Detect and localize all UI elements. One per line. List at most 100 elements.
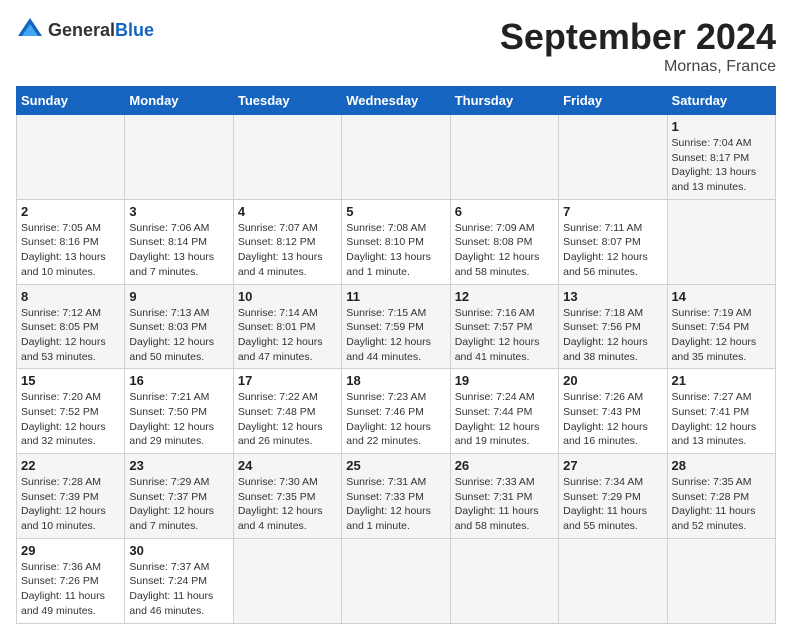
calendar-table: SundayMondayTuesdayWednesdayThursdayFrid… bbox=[16, 86, 776, 624]
calendar-day-cell: 9Sunrise: 7:13 AM Sunset: 8:03 PM Daylig… bbox=[125, 284, 233, 369]
day-number: 18 bbox=[346, 373, 445, 388]
calendar-day-cell: 6 Sunrise: 7:09 AM Sunset: 8:08 PM Daylig… bbox=[450, 199, 558, 284]
day-detail: Sunrise: 7:28 AM Sunset: 7:39 PM Dayligh… bbox=[21, 475, 120, 534]
day-number: 23 bbox=[129, 458, 228, 473]
empty-cell bbox=[559, 538, 667, 623]
day-detail: Sunrise: 7:15 AM Sunset: 7:59 PM Dayligh… bbox=[346, 306, 445, 365]
calendar-day-cell: 20 Sunrise: 7:26 AM Sunset: 7:43 PM Dayli… bbox=[559, 369, 667, 454]
calendar-day-cell: 14Sunrise: 7:19 AM Sunset: 7:54 PM Dayli… bbox=[667, 284, 775, 369]
day-detail: Sunrise: 7:31 AM Sunset: 7:33 PM Dayligh… bbox=[346, 475, 445, 534]
day-detail: Sunrise: 7:21 AM Sunset: 7:50 PM Dayligh… bbox=[129, 390, 228, 449]
calendar-day-cell: 13 Sunrise: 7:18 AM Sunset: 7:56 PM Dayli… bbox=[559, 284, 667, 369]
empty-cell bbox=[667, 199, 775, 284]
calendar-day-cell: 2Sunrise: 7:05 AM Sunset: 8:16 PM Daylig… bbox=[17, 199, 125, 284]
day-number: 10 bbox=[238, 289, 337, 304]
logo: GeneralBlue bbox=[16, 16, 154, 44]
day-detail: Sunrise: 7:08 AM Sunset: 8:10 PM Dayligh… bbox=[346, 221, 445, 280]
calendar-day-cell: 28 Sunrise: 7:35 AM Sunset: 7:28 PM Dayli… bbox=[667, 454, 775, 539]
weekday-header-saturday: Saturday bbox=[667, 87, 775, 115]
weekday-header-friday: Friday bbox=[559, 87, 667, 115]
calendar-day-cell: 17 Sunrise: 7:22 AM Sunset: 7:48 PM Dayli… bbox=[233, 369, 341, 454]
weekday-header-row: SundayMondayTuesdayWednesdayThursdayFrid… bbox=[17, 87, 776, 115]
calendar-week-row: 8 Sunrise: 7:12 AM Sunset: 8:05 PM Daylig… bbox=[17, 284, 776, 369]
day-detail: Sunrise: 7:09 AM Sunset: 8:08 PM Dayligh… bbox=[455, 221, 554, 280]
day-number: 2 bbox=[21, 204, 120, 219]
calendar-day-cell: 11 Sunrise: 7:15 AM Sunset: 7:59 PM Dayli… bbox=[342, 284, 450, 369]
calendar-day-cell: 19 Sunrise: 7:24 AM Sunset: 7:44 PM Dayli… bbox=[450, 369, 558, 454]
calendar-day-cell: 4 Sunrise: 7:07 AM Sunset: 8:12 PM Daylig… bbox=[233, 199, 341, 284]
weekday-header-tuesday: Tuesday bbox=[233, 87, 341, 115]
day-detail: Sunrise: 7:16 AM Sunset: 7:57 PM Dayligh… bbox=[455, 306, 554, 365]
calendar-week-row: 1 Sunrise: 7:04 AM Sunset: 8:17 PM Daylig… bbox=[17, 115, 776, 200]
empty-cell bbox=[342, 115, 450, 200]
day-number: 15 bbox=[21, 373, 120, 388]
day-number: 13 bbox=[563, 289, 662, 304]
day-number: 20 bbox=[563, 373, 662, 388]
month-title: September 2024 bbox=[500, 16, 776, 58]
calendar-week-row: 22Sunrise: 7:28 AM Sunset: 7:39 PM Dayli… bbox=[17, 454, 776, 539]
calendar-day-cell: 24 Sunrise: 7:30 AM Sunset: 7:35 PM Dayli… bbox=[233, 454, 341, 539]
calendar-day-cell: 12 Sunrise: 7:16 AM Sunset: 7:57 PM Dayli… bbox=[450, 284, 558, 369]
day-number: 30 bbox=[129, 543, 228, 558]
day-number: 14 bbox=[672, 289, 771, 304]
day-detail: Sunrise: 7:18 AM Sunset: 7:56 PM Dayligh… bbox=[563, 306, 662, 365]
day-number: 16 bbox=[129, 373, 228, 388]
day-number: 8 bbox=[21, 289, 120, 304]
calendar-day-cell: 10Sunrise: 7:14 AM Sunset: 8:01 PM Dayli… bbox=[233, 284, 341, 369]
day-number: 24 bbox=[238, 458, 337, 473]
logo-text-blue: Blue bbox=[115, 20, 154, 40]
empty-cell bbox=[450, 538, 558, 623]
day-number: 11 bbox=[346, 289, 445, 304]
day-number: 12 bbox=[455, 289, 554, 304]
day-number: 21 bbox=[672, 373, 771, 388]
day-number: 6 bbox=[455, 204, 554, 219]
day-detail: Sunrise: 7:06 AM Sunset: 8:14 PM Dayligh… bbox=[129, 221, 228, 280]
day-detail: Sunrise: 7:22 AM Sunset: 7:48 PM Dayligh… bbox=[238, 390, 337, 449]
day-detail: Sunrise: 7:30 AM Sunset: 7:35 PM Dayligh… bbox=[238, 475, 337, 534]
weekday-header-thursday: Thursday bbox=[450, 87, 558, 115]
calendar-day-cell: 22Sunrise: 7:28 AM Sunset: 7:39 PM Dayli… bbox=[17, 454, 125, 539]
day-number: 26 bbox=[455, 458, 554, 473]
day-detail: Sunrise: 7:34 AM Sunset: 7:29 PM Dayligh… bbox=[563, 475, 662, 534]
calendar-week-row: 29Sunrise: 7:36 AM Sunset: 7:26 PM Dayli… bbox=[17, 538, 776, 623]
calendar-day-cell: 26Sunrise: 7:33 AM Sunset: 7:31 PM Dayli… bbox=[450, 454, 558, 539]
day-number: 27 bbox=[563, 458, 662, 473]
day-detail: Sunrise: 7:37 AM Sunset: 7:24 PM Dayligh… bbox=[129, 560, 228, 619]
empty-cell bbox=[342, 538, 450, 623]
empty-cell bbox=[233, 538, 341, 623]
calendar-day-cell: 18 Sunrise: 7:23 AM Sunset: 7:46 PM Dayli… bbox=[342, 369, 450, 454]
calendar-day-cell: 1 Sunrise: 7:04 AM Sunset: 8:17 PM Daylig… bbox=[667, 115, 775, 200]
logo-text-general: General bbox=[48, 20, 115, 40]
weekday-header-monday: Monday bbox=[125, 87, 233, 115]
day-detail: Sunrise: 7:04 AM Sunset: 8:17 PM Dayligh… bbox=[672, 136, 771, 195]
calendar-day-cell: 5 Sunrise: 7:08 AM Sunset: 8:10 PM Daylig… bbox=[342, 199, 450, 284]
day-detail: Sunrise: 7:07 AM Sunset: 8:12 PM Dayligh… bbox=[238, 221, 337, 280]
weekday-header-wednesday: Wednesday bbox=[342, 87, 450, 115]
calendar-day-cell: 21Sunrise: 7:27 AM Sunset: 7:41 PM Dayli… bbox=[667, 369, 775, 454]
day-number: 9 bbox=[129, 289, 228, 304]
day-detail: Sunrise: 7:29 AM Sunset: 7:37 PM Dayligh… bbox=[129, 475, 228, 534]
calendar-day-cell: 27 Sunrise: 7:34 AM Sunset: 7:29 PM Dayli… bbox=[559, 454, 667, 539]
calendar-day-cell: 23 Sunrise: 7:29 AM Sunset: 7:37 PM Dayli… bbox=[125, 454, 233, 539]
calendar-day-cell: 15 Sunrise: 7:20 AM Sunset: 7:52 PM Dayli… bbox=[17, 369, 125, 454]
day-number: 28 bbox=[672, 458, 771, 473]
day-detail: Sunrise: 7:35 AM Sunset: 7:28 PM Dayligh… bbox=[672, 475, 771, 534]
location-title: Mornas, France bbox=[500, 58, 776, 76]
calendar-day-cell: 25Sunrise: 7:31 AM Sunset: 7:33 PM Dayli… bbox=[342, 454, 450, 539]
day-number: 5 bbox=[346, 204, 445, 219]
day-number: 4 bbox=[238, 204, 337, 219]
day-detail: Sunrise: 7:20 AM Sunset: 7:52 PM Dayligh… bbox=[21, 390, 120, 449]
day-number: 1 bbox=[672, 119, 771, 134]
day-number: 17 bbox=[238, 373, 337, 388]
day-number: 19 bbox=[455, 373, 554, 388]
weekday-header-sunday: Sunday bbox=[17, 87, 125, 115]
calendar-week-row: 2Sunrise: 7:05 AM Sunset: 8:16 PM Daylig… bbox=[17, 199, 776, 284]
day-detail: Sunrise: 7:26 AM Sunset: 7:43 PM Dayligh… bbox=[563, 390, 662, 449]
day-detail: Sunrise: 7:23 AM Sunset: 7:46 PM Dayligh… bbox=[346, 390, 445, 449]
day-detail: Sunrise: 7:12 AM Sunset: 8:05 PM Dayligh… bbox=[21, 306, 120, 365]
empty-cell bbox=[450, 115, 558, 200]
empty-cell bbox=[17, 115, 125, 200]
day-detail: Sunrise: 7:24 AM Sunset: 7:44 PM Dayligh… bbox=[455, 390, 554, 449]
calendar-day-cell: 29Sunrise: 7:36 AM Sunset: 7:26 PM Dayli… bbox=[17, 538, 125, 623]
calendar-day-cell: 30 Sunrise: 7:37 AM Sunset: 7:24 PM Dayli… bbox=[125, 538, 233, 623]
